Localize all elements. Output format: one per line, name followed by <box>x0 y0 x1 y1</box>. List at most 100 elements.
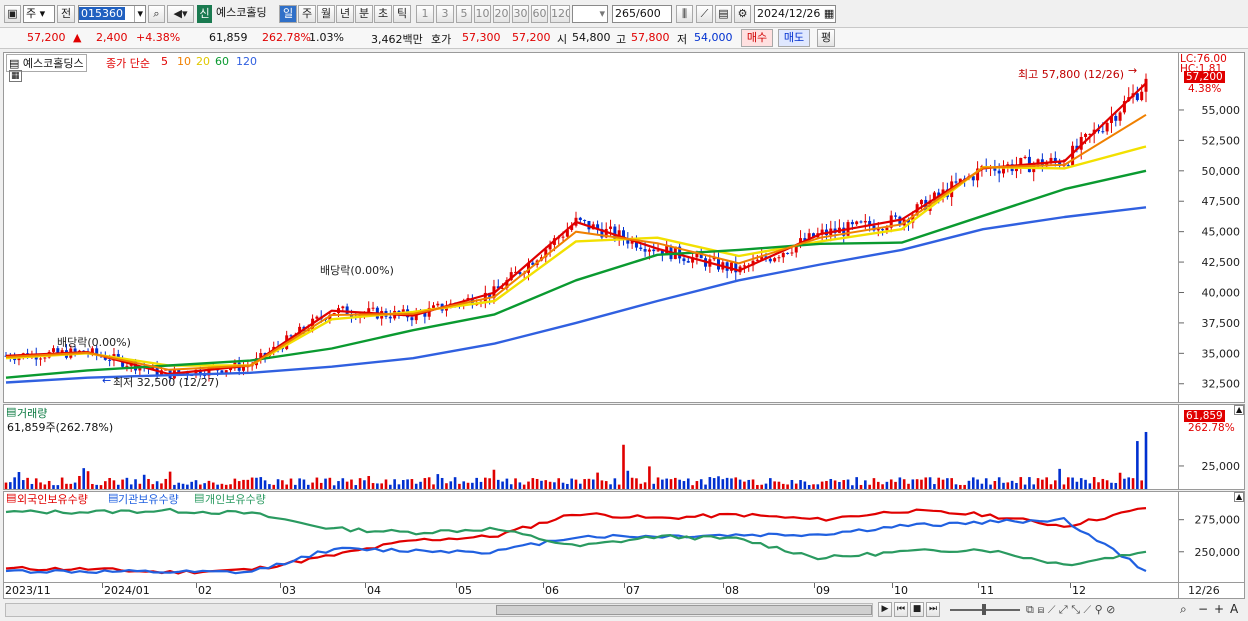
volume-bar <box>393 479 396 489</box>
volume-bar <box>872 478 876 489</box>
volume-bar <box>496 479 500 489</box>
legend-type: 종가 단순 <box>106 57 150 70</box>
price-axis-label: 52,500 <box>1202 134 1241 147</box>
candle-body <box>855 221 859 225</box>
volume-bar <box>86 471 90 489</box>
volume-bar <box>604 481 608 489</box>
scroll-thumb[interactable] <box>496 605 872 615</box>
volume-bar <box>389 484 392 489</box>
volume-bar <box>281 480 284 489</box>
volume-bar <box>99 485 103 489</box>
volume-bar <box>527 481 530 489</box>
volume-bar <box>1006 482 1010 489</box>
candle-body <box>315 316 319 319</box>
volume-bar <box>846 479 850 489</box>
holdings-collapse-icon[interactable]: ▲ <box>1234 492 1245 502</box>
volume-bar <box>250 477 254 489</box>
volume-bar <box>557 478 561 489</box>
x-axis-tick <box>892 583 893 588</box>
volume-bar <box>1144 431 1148 489</box>
volume-bar <box>69 483 73 489</box>
price-axis-label: 50,000 <box>1202 165 1241 178</box>
volume-bar <box>734 477 738 489</box>
volume-bar <box>522 484 526 489</box>
candle-body <box>432 305 435 308</box>
volume-tag: 61,859 <box>1184 410 1225 422</box>
x-axis-label: 02 <box>198 584 212 597</box>
zoom-out-icon[interactable]: ⌕ <box>1180 602 1187 617</box>
volume-bar <box>354 485 358 489</box>
volume-bar <box>95 484 98 489</box>
volume-bar <box>505 478 509 489</box>
candle-body <box>885 227 889 231</box>
volume-collapse-icon[interactable]: ▲ <box>1234 405 1245 415</box>
volume-note: 61,859주(262.78%) <box>7 421 114 434</box>
volume-bar <box>272 484 276 489</box>
volume-bar <box>190 481 193 489</box>
volume-bar <box>881 484 884 489</box>
volume-bar <box>177 482 181 489</box>
volume-bar <box>1032 484 1036 489</box>
volume-bar <box>626 470 630 489</box>
volume-bar <box>691 485 694 489</box>
first-button[interactable]: ⏮ <box>894 602 908 617</box>
drawing-tools-icon[interactable]: ⧉ ⧈ ⟋ ⤢ ⤡ ⟋ ⚲ ⊘ <box>1026 603 1115 617</box>
ma20-line <box>5 145 1147 367</box>
volume-bar <box>764 483 768 489</box>
volume-bar <box>976 479 979 489</box>
volume-bar <box>432 484 435 489</box>
volume-bar <box>332 485 336 489</box>
low-arrow-icon: ← <box>102 374 112 387</box>
volume-bar <box>548 481 552 489</box>
volume-bar <box>1041 479 1044 489</box>
legend-ma5: 5 <box>161 55 168 68</box>
x-axis-label: 2024/01 <box>104 584 150 597</box>
plus-icon[interactable]: + <box>1214 602 1224 616</box>
dividend-note-2: 배당락(0.00%) <box>320 264 394 277</box>
volume-bar <box>268 484 271 489</box>
volume-bar <box>1028 477 1031 489</box>
volume-bar <box>82 468 86 489</box>
volume-bar <box>989 484 992 489</box>
volume-bar <box>984 478 988 489</box>
volume-axis-label: 25,000 <box>1202 460 1241 473</box>
volume-bar <box>60 477 64 489</box>
volume-bar <box>574 479 578 489</box>
x-axis-tick <box>543 583 544 588</box>
volume-bar <box>946 478 949 489</box>
volume-bar <box>790 479 794 489</box>
price-axis-label: 47,500 <box>1202 195 1241 208</box>
volume-bar <box>652 483 656 489</box>
last-button[interactable]: ⏭ <box>926 602 940 617</box>
price-axis-label: 40,000 <box>1202 286 1241 299</box>
volume-bar <box>1110 482 1113 489</box>
grid-icon[interactable]: ▦ <box>9 70 22 82</box>
price-tag: 57,200 <box>1184 71 1225 83</box>
volume-bar <box>747 479 751 489</box>
volume-bar <box>246 479 250 489</box>
minus-icon[interactable]: − <box>1198 602 1208 616</box>
volume-bar <box>406 479 409 489</box>
inst-icon: ▤ <box>108 491 119 504</box>
stop-button[interactable]: ■ <box>910 602 924 617</box>
x-axis-label: 04 <box>367 584 381 597</box>
horizontal-scrollbar[interactable] <box>5 603 873 617</box>
x-axis-tick <box>196 583 197 588</box>
volume-bar <box>587 478 591 489</box>
volume-bar <box>484 477 487 489</box>
scroll-right-button[interactable]: ▶ <box>878 602 892 617</box>
legend-ma60: 60 <box>215 55 229 68</box>
volume-bar <box>401 480 405 489</box>
volume-bar <box>773 481 776 489</box>
volume-bar <box>104 481 107 489</box>
volume-bar <box>855 477 858 489</box>
volume-bar <box>147 478 150 489</box>
candle-body <box>894 215 898 217</box>
volume-bar <box>833 480 837 489</box>
volume-bar <box>959 484 962 489</box>
volume-bar <box>553 482 556 489</box>
volume-bar <box>1097 482 1100 489</box>
font-size-icon[interactable]: A <box>1230 602 1238 616</box>
volume-bar <box>414 483 418 489</box>
zoom-slider-knob[interactable] <box>982 604 986 615</box>
